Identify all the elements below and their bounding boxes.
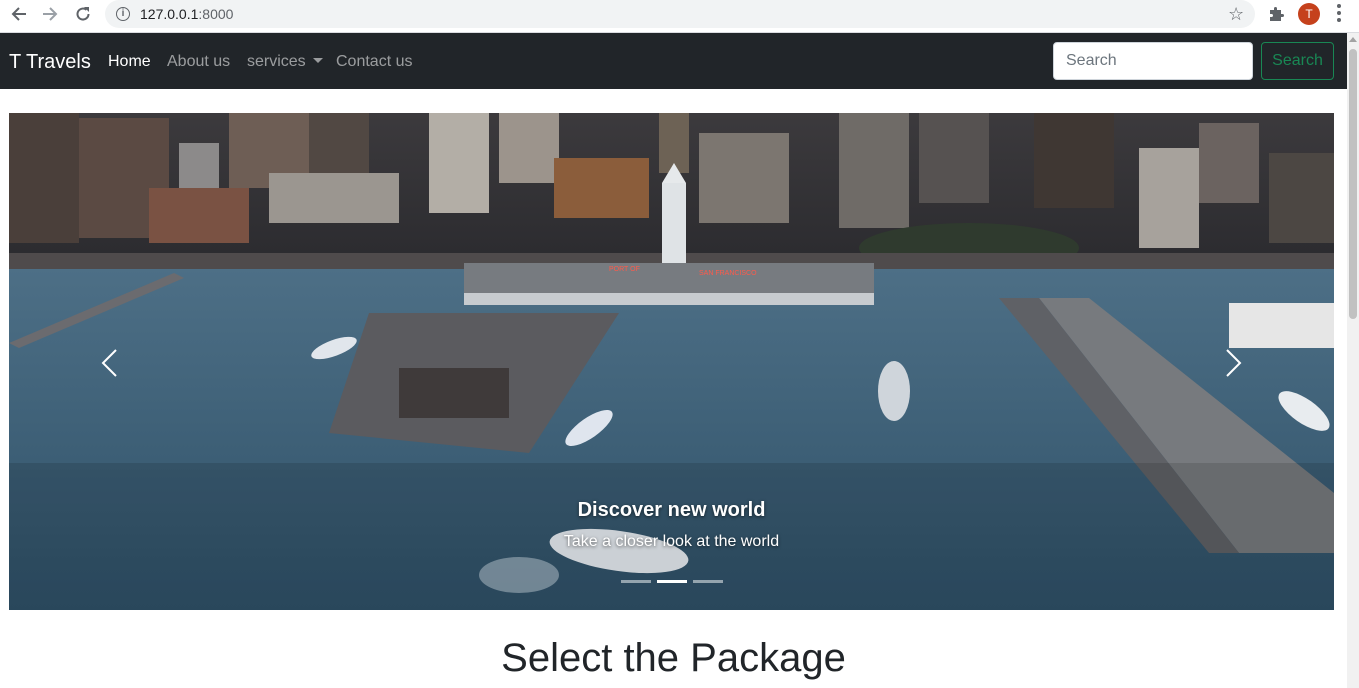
nav-link-about[interactable]: About us — [167, 53, 230, 71]
chevron-right-icon — [1226, 349, 1242, 377]
section-title: Select the Package — [501, 636, 846, 680]
bookmark-star-icon[interactable]: ☆ — [1228, 4, 1244, 25]
carousel-next-button[interactable] — [1214, 343, 1254, 383]
services-label: services — [247, 53, 306, 70]
carousel-caption-title: Discover new world — [577, 499, 766, 521]
profile-avatar[interactable]: T — [1298, 3, 1320, 25]
brand-logo[interactable]: T Travels — [9, 51, 91, 74]
search-input[interactable] — [1053, 42, 1253, 80]
info-icon[interactable]: i — [116, 7, 130, 21]
page-scrollbar[interactable] — [1347, 33, 1359, 688]
carousel-indicator-1[interactable] — [621, 580, 651, 583]
extensions-puzzle-icon[interactable] — [1267, 5, 1285, 23]
carousel-indicators — [621, 580, 723, 583]
browser-menu-icon[interactable] — [1337, 4, 1341, 22]
dropdown-caret-icon — [312, 58, 323, 63]
sign-port-of: PORT OF — [609, 266, 640, 273]
scroll-thumb[interactable] — [1349, 49, 1357, 319]
carousel-indicator-3[interactable] — [693, 580, 723, 583]
reload-icon[interactable] — [71, 2, 95, 26]
hero-carousel: PORT OF SAN FRANCISCO Discover new world… — [9, 113, 1334, 610]
nav-dropdown-services[interactable]: services — [247, 53, 323, 71]
address-bar[interactable]: i 127.0.0.1:8000 — [105, 0, 1255, 28]
search-button[interactable]: Search — [1261, 42, 1334, 80]
sign-san-francisco: SAN FRANCISCO — [699, 270, 757, 277]
carousel-indicator-2[interactable] — [657, 580, 687, 583]
forward-arrow-icon[interactable] — [38, 2, 62, 26]
nav-link-contact[interactable]: Contact us — [336, 53, 412, 71]
url-text: 127.0.0.1:8000 — [140, 6, 234, 22]
nav-link-home[interactable]: Home — [108, 53, 151, 71]
main-navbar: T Travels Home About us services Contact… — [0, 33, 1347, 89]
chevron-left-icon — [101, 349, 117, 377]
carousel-caption-text: Take a closer look at the world — [563, 533, 780, 550]
back-arrow-icon[interactable] — [7, 2, 31, 26]
scroll-up-arrow-icon[interactable] — [1349, 37, 1357, 42]
browser-toolbar: i 127.0.0.1:8000 ☆ T — [0, 0, 1359, 33]
carousel-prev-button[interactable] — [89, 343, 129, 383]
